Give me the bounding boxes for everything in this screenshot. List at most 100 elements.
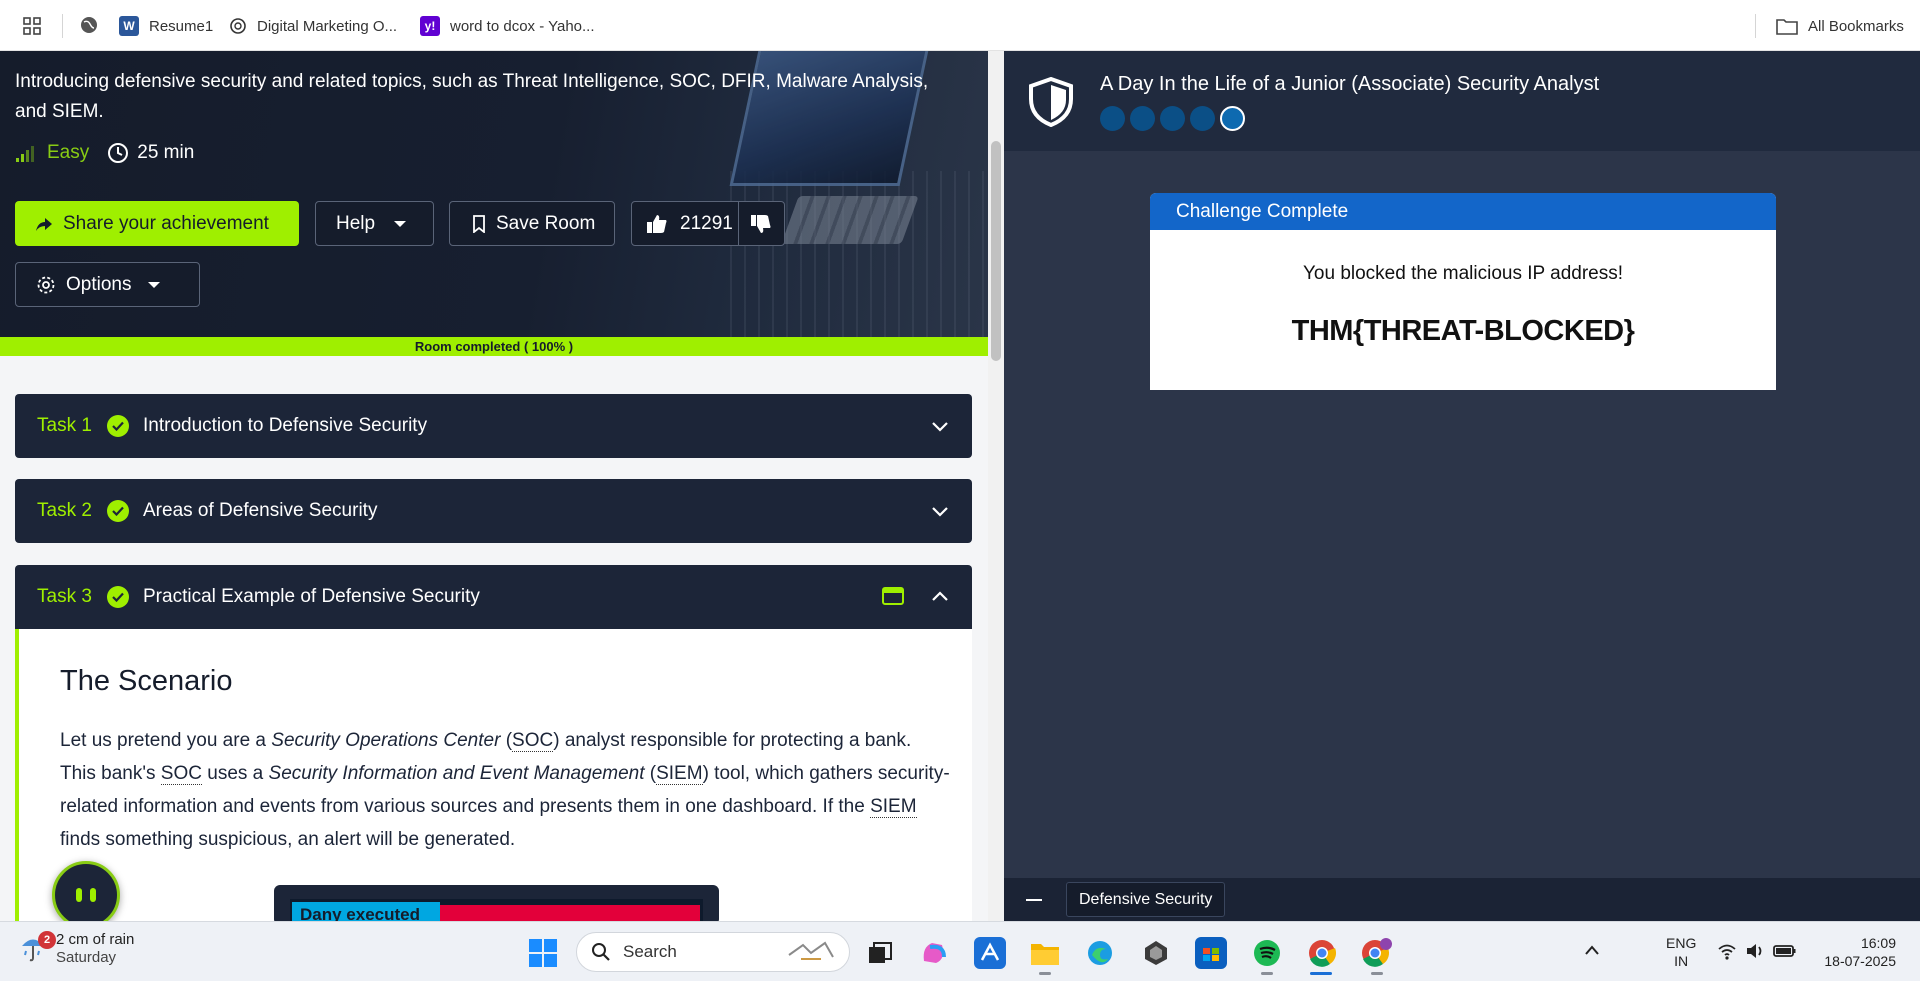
word-icon: W <box>119 16 139 36</box>
minimize-button[interactable] <box>1023 890 1045 910</box>
task-complete-check-icon <box>107 586 129 608</box>
chevron-up-icon[interactable] <box>930 587 950 607</box>
clock-time: 16:09 <box>1860 935 1896 951</box>
task-title: Introduction to Defensive Security <box>143 415 428 436</box>
caret-down-icon <box>148 281 161 288</box>
task-complete-check-icon <box>107 415 129 437</box>
siem-alert-screenshot: Dany executed <box>274 885 719 921</box>
spotify-icon[interactable] <box>1251 937 1283 969</box>
search-label: Search <box>623 942 677 961</box>
room-hero-banner: Introducing defensive security and relat… <box>0 51 988 337</box>
challenge-complete-card: Challenge Complete You blocked the malic… <box>1150 193 1776 390</box>
chrome-icon[interactable] <box>1306 937 1338 969</box>
bookmark-digital-marketing[interactable]: Digital Marketing O... <box>229 14 397 38</box>
globe-icon[interactable] <box>79 15 99 35</box>
room-vote-group: 21291 <box>631 201 785 246</box>
siem-image-alert-banner <box>440 905 700 921</box>
task-view-icon[interactable] <box>864 937 896 969</box>
wifi-icon[interactable] <box>1717 942 1737 960</box>
step-dot <box>1190 106 1215 131</box>
scenario-heading: The Scenario <box>60 665 233 697</box>
active-indicator <box>1310 972 1332 975</box>
apps-grid-icon[interactable] <box>22 16 42 36</box>
battery-icon[interactable] <box>1773 942 1797 960</box>
taskbar-search[interactable]: Search <box>576 932 850 972</box>
step-progress-dots <box>1100 106 1245 131</box>
git-app-icon[interactable] <box>1140 937 1172 969</box>
edge-browser-icon[interactable] <box>1084 937 1116 969</box>
minus-icon <box>1026 899 1042 901</box>
room-progress-fill: Room completed ( 100% ) <box>0 337 988 356</box>
weather-condition: 2 cm of rain <box>56 931 135 948</box>
bookmark-label: Resume1 <box>149 17 214 35</box>
view-site-icon[interactable] <box>882 586 904 606</box>
room-description: Introducing defensive security and relat… <box>15 71 929 122</box>
dislike-button[interactable] <box>739 202 784 245</box>
chevron-up-icon[interactable] <box>1584 944 1600 956</box>
openai-icon <box>230 18 246 34</box>
search-icon <box>592 943 610 961</box>
microsoft-store-icon[interactable] <box>1195 937 1227 969</box>
hero-keyboard-illustration <box>781 196 919 244</box>
step-dot-current <box>1220 106 1245 131</box>
chrome-profile-icon[interactable] <box>1361 937 1393 969</box>
task-number: Task 3 <box>37 586 92 607</box>
save-room-button[interactable]: Save Room <box>449 201 615 246</box>
windows-taskbar: 2 2 cm of rain Saturday Search ENG IN 16… <box>0 921 1920 981</box>
soc-abbreviation: SOC <box>160 763 202 785</box>
chevron-down-icon[interactable] <box>930 416 950 436</box>
azure-app-icon[interactable] <box>974 937 1006 969</box>
input-language[interactable]: ENG IN <box>1666 934 1696 970</box>
share-achievement-button[interactable]: Share your achievement <box>15 201 299 246</box>
all-bookmarks-button[interactable]: All Bookmarks <box>1776 14 1904 38</box>
text-run: finds something suspicious, an alert wil… <box>60 829 516 850</box>
task-3-content: The Scenario Let us pretend you are a Se… <box>15 629 972 921</box>
help-dropdown-button[interactable]: Help <box>315 201 434 246</box>
folder-icon <box>1776 19 1798 35</box>
site-footer-bar: Defensive Security <box>1004 878 1920 921</box>
scrollbar-thumb[interactable] <box>991 141 1001 361</box>
task-title: Areas of Defensive Security <box>143 500 378 521</box>
room-progress-bar: Room completed ( 100% ) <box>0 337 988 356</box>
task-1-header[interactable]: Task 1 Introduction to Defensive Securit… <box>15 394 972 458</box>
bookmark-label: Digital Marketing O... <box>257 17 398 35</box>
gear-icon <box>37 276 55 293</box>
task-2-header[interactable]: Task 2 Areas of Defensive Security <box>15 479 972 543</box>
challenge-card-header: Challenge Complete <box>1150 193 1776 230</box>
bookmark-word-to-docx[interactable]: y! word to dcox - Yaho... <box>420 14 595 38</box>
copilot-icon[interactable] <box>918 937 950 969</box>
room-name-chip[interactable]: Defensive Security <box>1066 882 1226 917</box>
weather-text: 2 cm of rain Saturday <box>56 931 134 967</box>
step-dot <box>1100 106 1125 131</box>
language-code: ENG <box>1666 935 1697 951</box>
help-button-label: Help <box>336 212 376 234</box>
options-dropdown-button[interactable]: Options <box>15 262 200 307</box>
task-3-header[interactable]: Task 3 Practical Example of Defensive Se… <box>15 565 972 629</box>
soc-abbreviation: SOC <box>512 730 554 752</box>
chevron-down-icon[interactable] <box>930 501 950 521</box>
system-clock[interactable]: 16:09 18-07-2025 <box>1818 934 1896 970</box>
weather-widget[interactable]: 2 2 cm of rain Saturday <box>20 931 134 967</box>
challenge-flag: THM{THREAT-BLOCKED} <box>1291 315 1635 347</box>
windows-start-icon[interactable] <box>528 938 558 968</box>
text-run: uses a <box>201 763 269 784</box>
like-count: 21291 <box>680 212 733 234</box>
shield-icon <box>1029 77 1073 127</box>
assistant-eye <box>90 888 96 902</box>
difficulty-label: Easy <box>47 142 90 163</box>
step-dot <box>1160 106 1185 131</box>
file-explorer-icon[interactable] <box>1029 937 1061 969</box>
thumbs-up-icon <box>647 214 667 233</box>
site-title: A Day In the Life of a Junior (Associate… <box>1100 73 1600 95</box>
clock-date: 18-07-2025 <box>1824 953 1896 969</box>
task-number: Task 2 <box>37 500 92 521</box>
ai-assistant-button[interactable] <box>52 861 120 921</box>
volume-icon[interactable] <box>1745 942 1765 960</box>
bookmarks-separator <box>62 14 63 38</box>
room-progress-text: Room completed ( 100% ) <box>414 339 574 354</box>
rain-umbrella-icon: 2 <box>20 931 56 965</box>
like-button[interactable]: 21291 <box>632 202 739 245</box>
bookmark-resume1[interactable]: W Resume1 <box>119 14 213 38</box>
room-content-pane: Introducing defensive security and relat… <box>0 51 1004 921</box>
duration-label: 25 min <box>137 142 195 163</box>
